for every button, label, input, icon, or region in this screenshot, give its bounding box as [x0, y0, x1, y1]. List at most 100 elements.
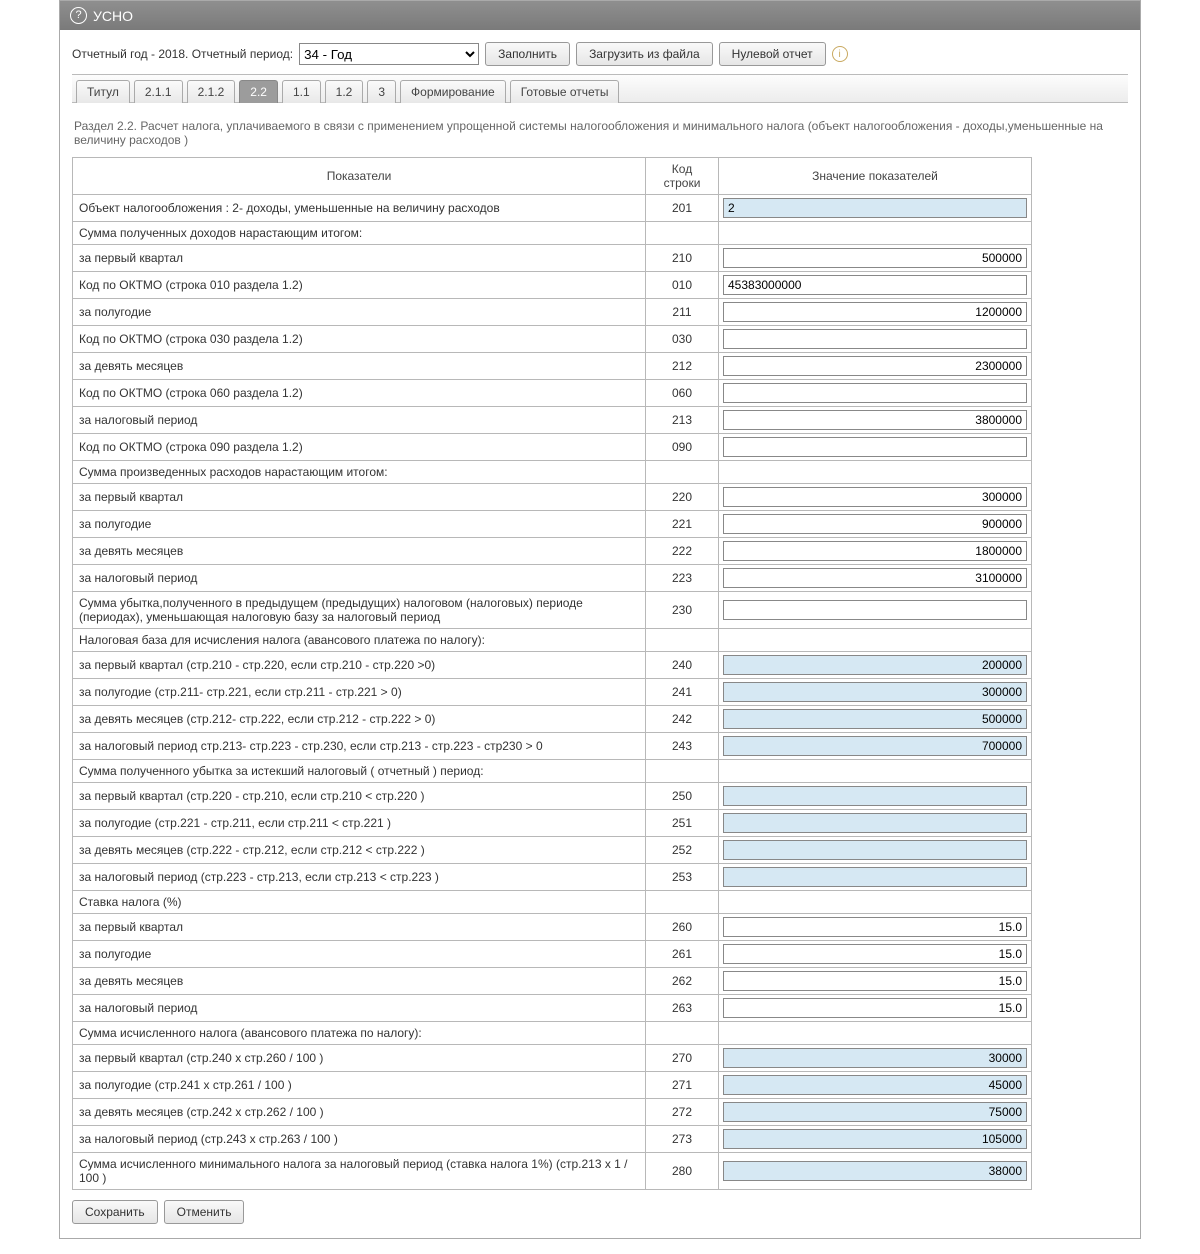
row-value-cell [719, 538, 1032, 565]
row-code: 210 [646, 245, 719, 272]
value-input-270 [723, 1048, 1027, 1068]
table-row: за девять месяцев (стр.242 x стр.262 / 1… [73, 1099, 1032, 1126]
row-code: 242 [646, 706, 719, 733]
value-input-251 [723, 813, 1027, 833]
tab-1-1[interactable]: 1.1 [282, 80, 321, 103]
value-input-262[interactable] [723, 971, 1027, 991]
table-row: за полугодие221 [73, 511, 1032, 538]
app-title: УСНО [93, 8, 133, 24]
table-row: Объект налогообложения : 2- доходы, умен… [73, 195, 1032, 222]
row-code: 280 [646, 1153, 719, 1190]
zero-report-button[interactable]: Нулевой отчет [719, 42, 826, 66]
table-row: Сумма исчисленного налога (авансового пл… [73, 1022, 1032, 1045]
row-code [646, 891, 719, 914]
row-label: за первый квартал (стр.220 - стр.210, ес… [73, 783, 646, 810]
row-label: за девять месяцев [73, 968, 646, 995]
row-value-cell [719, 461, 1032, 484]
row-value-cell [719, 434, 1032, 461]
cancel-button[interactable]: Отменить [164, 1200, 245, 1224]
value-input-090[interactable] [723, 437, 1027, 457]
row-label: за налоговый период [73, 407, 646, 434]
help-icon[interactable]: ? [70, 7, 87, 24]
tab--[interactable]: Готовые отчеты [510, 80, 620, 103]
value-input-010[interactable] [723, 275, 1027, 295]
table-row: за налоговый период (стр.243 x стр.263 /… [73, 1126, 1032, 1153]
row-label: Сумма исчисленного минимального налога з… [73, 1153, 646, 1190]
row-label: за полугодие [73, 941, 646, 968]
value-input-030[interactable] [723, 329, 1027, 349]
table-row: за первый квартал (стр.240 x стр.260 / 1… [73, 1045, 1032, 1072]
row-label: Код по ОКТМО (строка 030 раздела 1.2) [73, 326, 646, 353]
row-code: 261 [646, 941, 719, 968]
table-row: Код по ОКТМО (строка 030 раздела 1.2)030 [73, 326, 1032, 353]
fill-button[interactable]: Заполнить [485, 42, 570, 66]
value-input-220[interactable] [723, 487, 1027, 507]
row-code: 030 [646, 326, 719, 353]
table-row: за налоговый период стр.213- стр.223 - с… [73, 733, 1032, 760]
row-label: за девять месяцев [73, 538, 646, 565]
title-bar: ? УСНО [60, 1, 1140, 30]
row-code: 201 [646, 195, 719, 222]
value-input-230[interactable] [723, 600, 1027, 620]
row-code [646, 461, 719, 484]
value-input-263[interactable] [723, 998, 1027, 1018]
row-value-cell [719, 783, 1032, 810]
value-input-252 [723, 840, 1027, 860]
tab-2-1-2[interactable]: 2.1.2 [187, 80, 236, 103]
row-value-cell [719, 1072, 1032, 1099]
value-input-210[interactable] [723, 248, 1027, 268]
row-label: за девять месяцев (стр.222 - стр.212, ес… [73, 837, 646, 864]
row-label: за первый квартал [73, 914, 646, 941]
row-code: 252 [646, 837, 719, 864]
value-input-060[interactable] [723, 383, 1027, 403]
row-code: 250 [646, 783, 719, 810]
row-code: 262 [646, 968, 719, 995]
row-value-cell [719, 484, 1032, 511]
info-icon[interactable]: i [832, 46, 848, 62]
row-code: 260 [646, 914, 719, 941]
table-row: за полугодие (стр.241 x стр.261 / 100 )2… [73, 1072, 1032, 1099]
row-code: 263 [646, 995, 719, 1022]
table-row: за девять месяцев (стр.222 - стр.212, ес… [73, 837, 1032, 864]
value-input-211[interactable] [723, 302, 1027, 322]
row-code: 213 [646, 407, 719, 434]
value-input-223[interactable] [723, 568, 1027, 588]
value-input-213[interactable] [723, 410, 1027, 430]
table-row: за первый квартал (стр.220 - стр.210, ес… [73, 783, 1032, 810]
tab-2-2[interactable]: 2.2 [239, 80, 278, 103]
save-button[interactable]: Сохранить [72, 1200, 158, 1224]
row-value-cell [719, 1153, 1032, 1190]
load-file-button[interactable]: Загрузить из файла [576, 42, 713, 66]
row-value-cell [719, 1022, 1032, 1045]
tab-1-2[interactable]: 1.2 [325, 80, 364, 103]
value-input-261[interactable] [723, 944, 1027, 964]
value-input-260[interactable] [723, 917, 1027, 937]
table-row: за первый квартал210 [73, 245, 1032, 272]
row-label: за полугодие [73, 511, 646, 538]
footer-buttons: Сохранить Отменить [72, 1200, 1128, 1224]
row-code: 230 [646, 592, 719, 629]
table-row: за первый квартал (стр.210 - стр.220, ес… [73, 652, 1032, 679]
table-row: Ставка налога (%) [73, 891, 1032, 914]
row-value-cell [719, 629, 1032, 652]
period-select[interactable]: 34 - Год [299, 43, 479, 65]
tab-2-1-1[interactable]: 2.1.1 [134, 80, 183, 103]
tab--[interactable]: Формирование [400, 80, 506, 103]
value-input-221[interactable] [723, 514, 1027, 534]
row-code: 222 [646, 538, 719, 565]
tab-3[interactable]: 3 [367, 80, 396, 103]
table-row: Сумма полученного убытка за истекший нал… [73, 760, 1032, 783]
tab--[interactable]: Титул [76, 80, 130, 103]
row-value-cell [719, 565, 1032, 592]
row-code: 220 [646, 484, 719, 511]
value-input-212[interactable] [723, 356, 1027, 376]
row-code: 271 [646, 1072, 719, 1099]
row-value-cell [719, 299, 1032, 326]
row-value-cell [719, 679, 1032, 706]
row-code: 212 [646, 353, 719, 380]
col-indicators: Показатели [73, 158, 646, 195]
row-label: Сумма убытка,полученного в предыдущем (п… [73, 592, 646, 629]
value-input-222[interactable] [723, 541, 1027, 561]
table-row: за девять месяцев (стр.212- стр.222, есл… [73, 706, 1032, 733]
row-value-cell [719, 511, 1032, 538]
